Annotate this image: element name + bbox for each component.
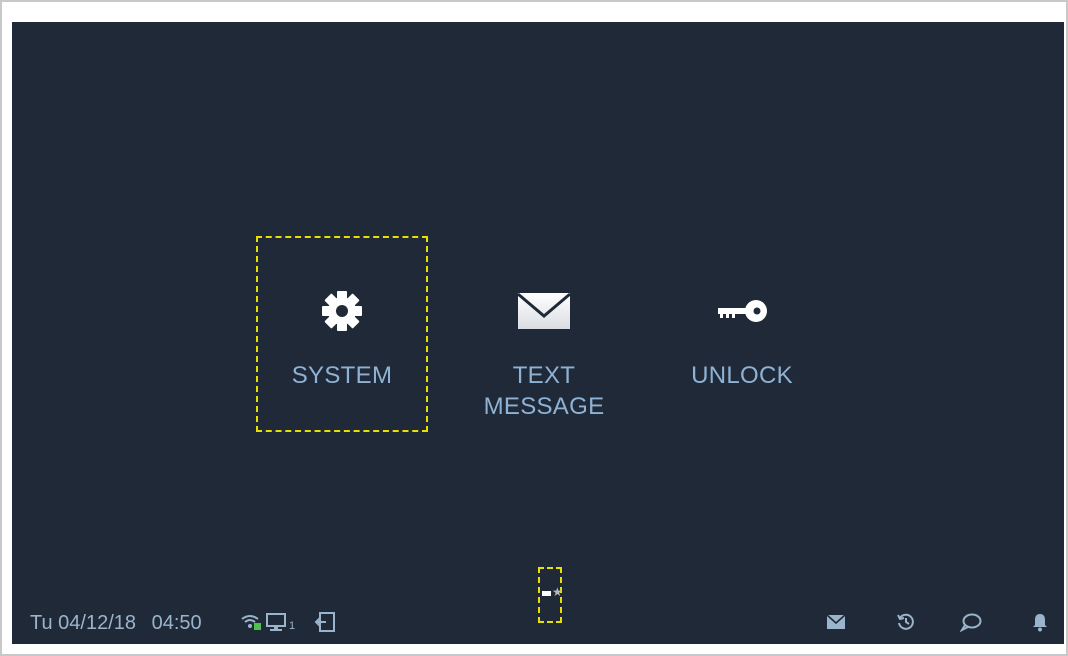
- unlock-tile[interactable]: UNLOCK: [656, 236, 828, 432]
- date: 04/12/18: [58, 612, 137, 634]
- star-icon[interactable]: ★: [552, 585, 563, 599]
- envelope-icon: [514, 288, 574, 334]
- time: 04:50: [151, 612, 202, 634]
- monitor-count: 1: [289, 620, 296, 632]
- weekday: Tu: [30, 612, 53, 634]
- home-screen: SYSTEM TEXT MESSAGE UNLOCK ★ Tu 04/12/18…: [12, 22, 1064, 644]
- exit-icon: [314, 610, 336, 634]
- unlock-label: UNLOCK: [691, 362, 793, 389]
- status-bar: Tu 04/12/18 04:50 1: [12, 602, 1064, 642]
- text-message-label: TEXT MESSAGE: [483, 362, 605, 420]
- history-icon[interactable]: [896, 610, 916, 634]
- mail-icon[interactable]: [826, 610, 846, 634]
- date-time: Tu 04/12/18 04:50: [30, 612, 202, 635]
- bell-icon[interactable]: [1032, 610, 1048, 634]
- monitor-icon: 1: [266, 610, 295, 634]
- gear-icon: [312, 288, 372, 334]
- device-frame: SYSTEM TEXT MESSAGE UNLOCK ★ Tu 04/12/18…: [0, 0, 1068, 656]
- page-dot-active[interactable]: [542, 591, 551, 596]
- wifi-icon: [240, 610, 262, 634]
- system-tile[interactable]: SYSTEM: [256, 236, 428, 432]
- key-icon: [712, 288, 772, 334]
- system-label: SYSTEM: [291, 362, 393, 389]
- chat-icon[interactable]: [960, 610, 982, 634]
- text-message-tile[interactable]: TEXT MESSAGE: [458, 236, 630, 432]
